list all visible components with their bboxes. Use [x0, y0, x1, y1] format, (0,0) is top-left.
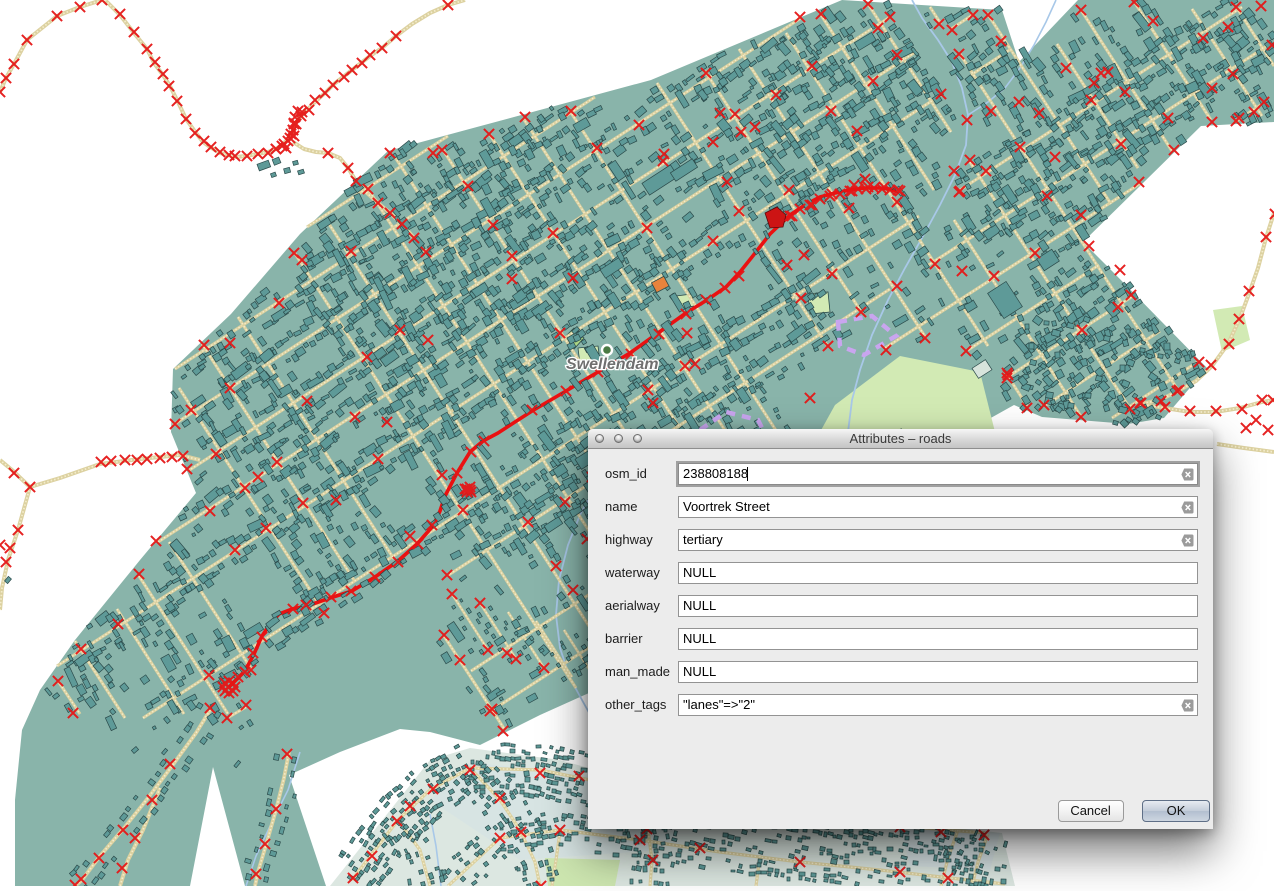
svg-text:Swellendam: Swellendam	[566, 356, 658, 373]
